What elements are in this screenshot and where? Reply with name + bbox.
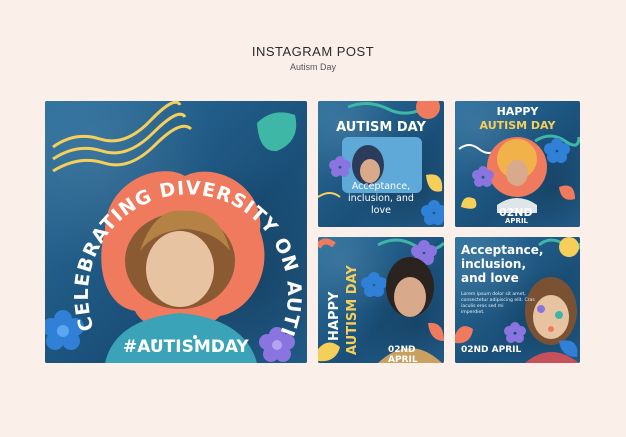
heading-line: and love [461, 271, 519, 285]
post-card-happy-autism-day[interactable]: HAPPY AUTISM DAY 02ND APRIL [455, 101, 580, 227]
body-line: Acceptance, [351, 181, 411, 192]
date-text: 02ND APRIL [461, 345, 522, 355]
title-line-2: AUTISM DAY [479, 119, 556, 132]
post-body: Acceptance, inclusion, and love [318, 181, 444, 217]
vertical-line-2: AUTISM DAY [345, 265, 360, 355]
body-line: imperdiet. [461, 310, 485, 315]
date-month: APRIL [505, 217, 529, 225]
body-line: love [371, 205, 391, 216]
heading-line: inclusion, [461, 257, 527, 271]
post-card-acceptance[interactable]: Acceptance, inclusion, and love Lorem ip… [455, 237, 580, 363]
page-title: INSTAGRAM POST [251, 44, 375, 59]
body-line: inclusion, and [348, 193, 414, 204]
page-subtitle: Autism Day [289, 62, 336, 72]
post-card-celebrating[interactable]: CELEBRATING DIVERSITY ON AUTISM DAY #AUT… [45, 101, 307, 363]
vertical-line-1: HAPPY [327, 291, 342, 341]
post-title: AUTISM DAY [336, 120, 426, 135]
date-text: 02ND APRIL [388, 345, 418, 363]
decor-waves: CELEBRATING DIVERSITY ON AUTISM DAY [45, 101, 304, 363]
heading-line: Acceptance, [461, 243, 544, 257]
flower-purple-icon [504, 322, 526, 343]
post-heading: Acceptance, inclusion, and love [461, 243, 543, 285]
hashtag-text: #AUTISMDAY [123, 337, 249, 357]
vertical-title: HAPPY AUTISM DAY [327, 265, 360, 355]
post-card-happy-vertical[interactable]: HAPPY AUTISM DAY 02ND APRIL [318, 237, 444, 363]
post-card-autism-day[interactable]: AUTISM DAY Acceptance, inclusion, and lo… [318, 101, 444, 227]
post-body: Lorem ipsum dolor sit amet, consectetur … [461, 292, 535, 316]
title-line-1: HAPPY [496, 105, 539, 118]
